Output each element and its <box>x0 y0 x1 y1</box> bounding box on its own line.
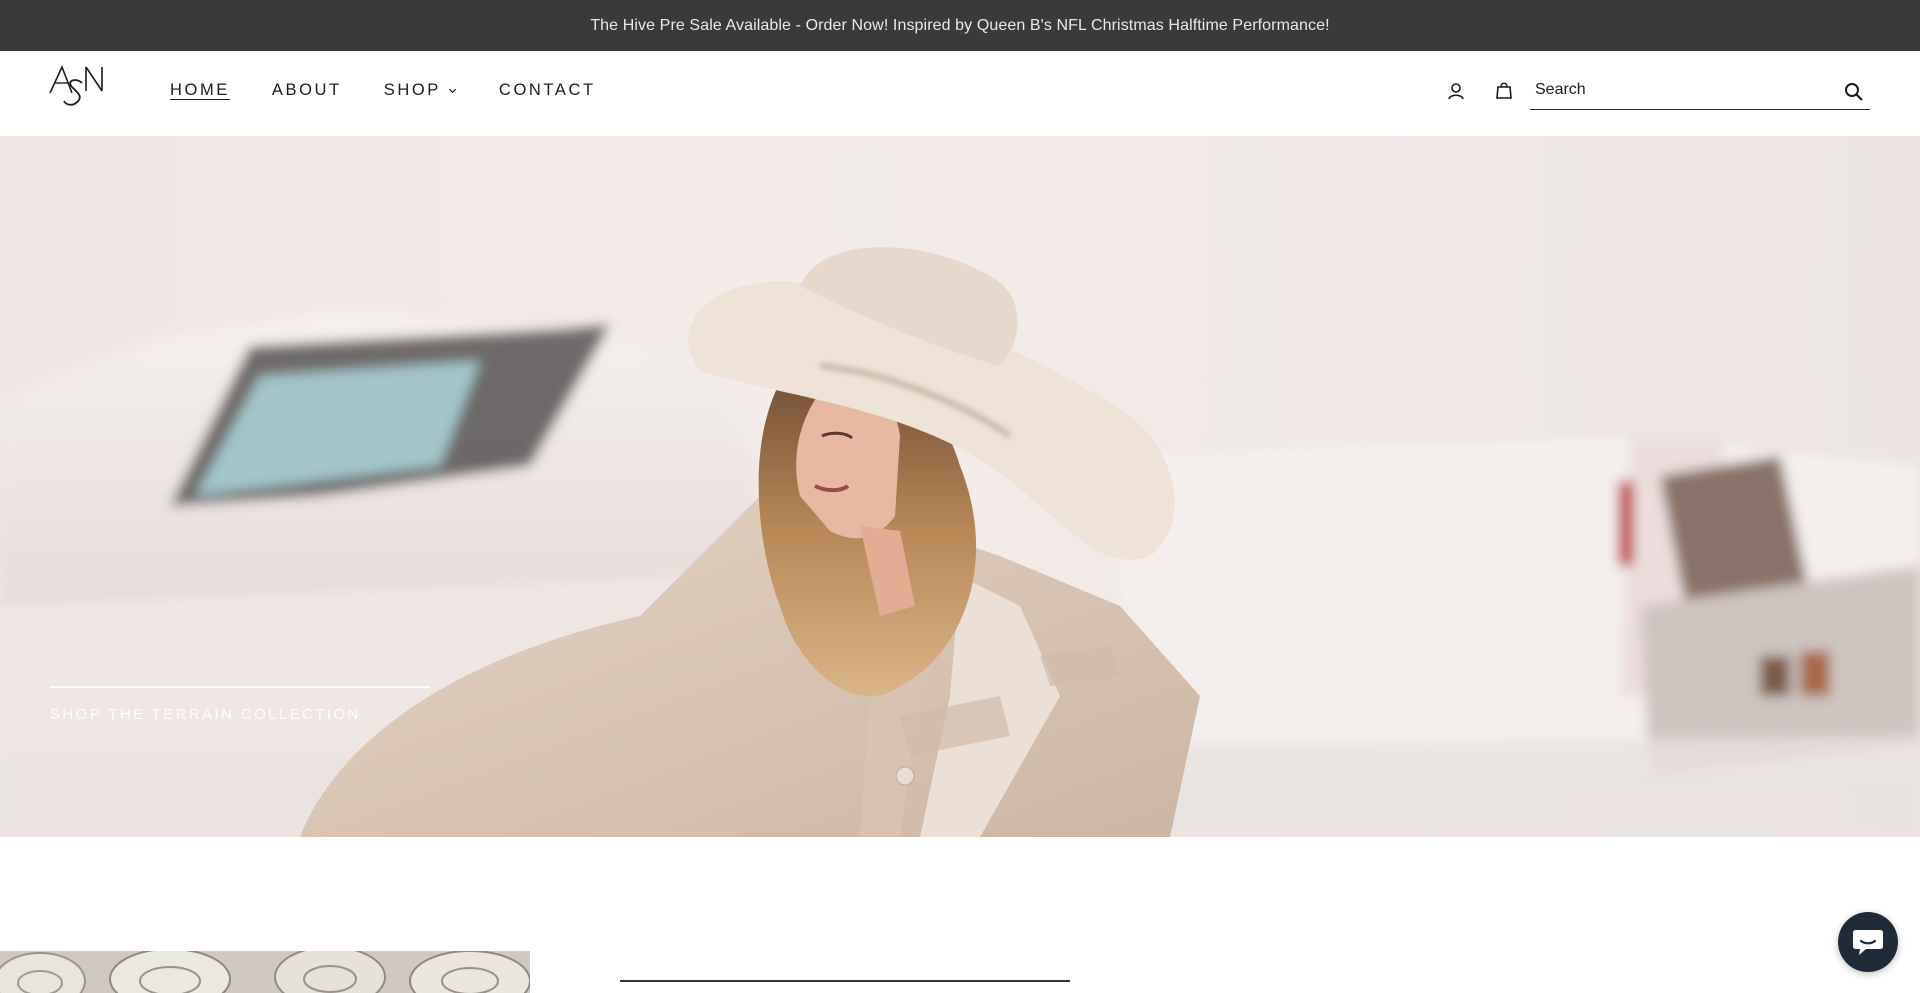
chevron-down-icon <box>448 88 456 94</box>
chat-bubble-icon <box>1853 930 1883 955</box>
nav-contact[interactable]: CONTACT <box>499 81 596 100</box>
main-nav: HOME ABOUT SHOP CONTACT <box>170 81 638 100</box>
nav-about-label: ABOUT <box>271 81 342 99</box>
collection-image[interactable] <box>0 951 530 993</box>
search-form <box>1530 73 1870 110</box>
nav-home[interactable]: HOME <box>170 81 230 100</box>
brand-logo[interactable] <box>48 63 108 107</box>
hero-divider <box>50 686 430 688</box>
shopping-bag-icon[interactable] <box>1495 80 1513 100</box>
hero-image <box>0 247 1920 837</box>
nav-contact-label: CONTACT <box>498 81 596 99</box>
search-icon[interactable] <box>1844 82 1864 102</box>
nav-about[interactable]: ABOUT <box>272 81 342 100</box>
search-input[interactable] <box>1535 77 1825 103</box>
logo-mark <box>49 64 103 106</box>
nav-shop[interactable]: SHOP <box>384 81 457 100</box>
announcement-text: The Hive Pre Sale Available - Order Now!… <box>590 16 1330 34</box>
shop-terrain-collection-link[interactable]: SHOP THE TERRAIN COLLECTION <box>50 706 361 723</box>
chat-button[interactable] <box>1838 912 1898 972</box>
hero-banner[interactable]: SHOP THE TERRAIN COLLECTION <box>0 136 1920 837</box>
site-header: HOME ABOUT SHOP CONTACT <box>0 51 1920 136</box>
fabric-rolls-image <box>0 951 530 993</box>
user-icon[interactable] <box>1446 81 1466 101</box>
section-divider <box>620 980 1070 982</box>
announcement-bar: The Hive Pre Sale Available - Order Now!… <box>0 0 1920 51</box>
nav-home-label: HOME <box>170 81 230 99</box>
nav-shop-label: SHOP <box>383 81 441 99</box>
